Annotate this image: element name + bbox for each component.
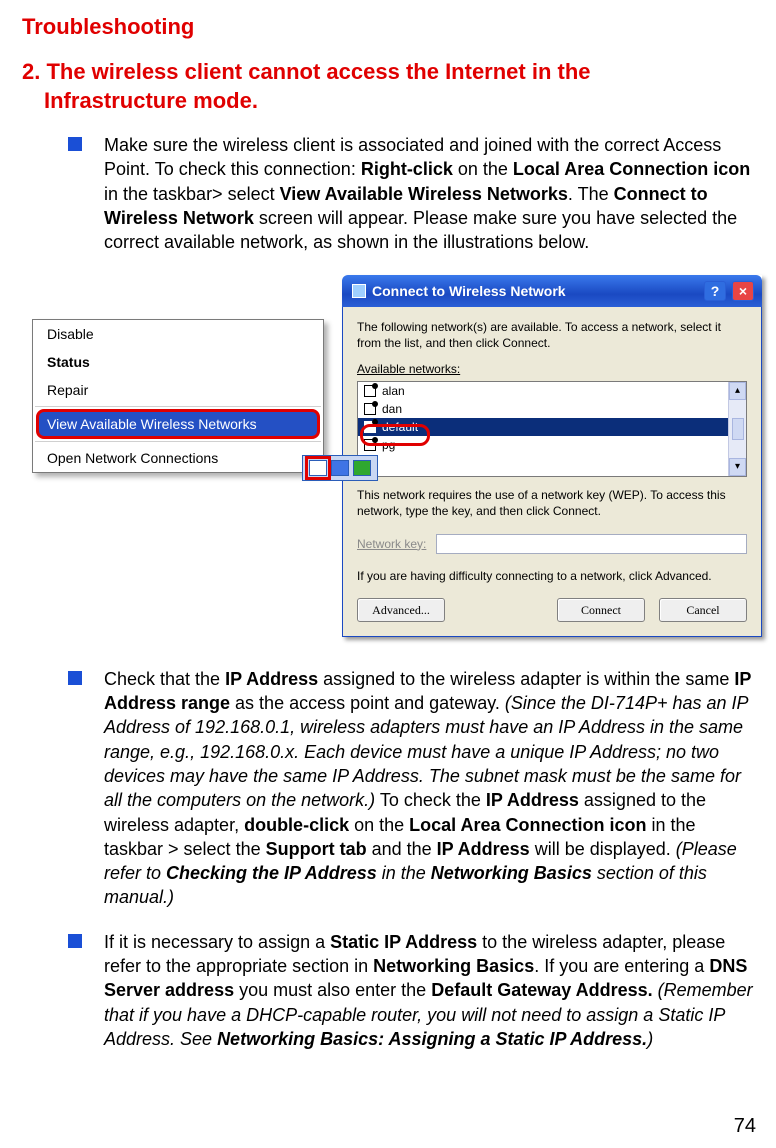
text-bold: IP Address [486, 790, 579, 810]
text-frag: Check that the [104, 669, 225, 689]
text-frag: on the [453, 159, 513, 179]
text-bold: double-click [244, 815, 349, 835]
menu-separator [35, 441, 321, 442]
connect-wireless-dialog: Connect to Wireless Network ? × The foll… [342, 275, 762, 637]
tray-network-icon[interactable] [309, 460, 327, 476]
dialog-button-row: Advanced... Connect Cancel [357, 598, 747, 622]
text-frag: will be displayed. [530, 839, 676, 859]
text-frag: If it is necessary to assign a [104, 932, 330, 952]
text-bold: IP Address [225, 669, 318, 689]
network-item[interactable]: dan [358, 400, 746, 418]
text-ital: in the [377, 863, 431, 883]
tray-icon[interactable] [331, 460, 349, 476]
text-bold: Support tab [266, 839, 367, 859]
bullet3-text: If it is necessary to assign a Static IP… [104, 930, 754, 1051]
cancel-button[interactable]: Cancel [659, 598, 747, 622]
bullet-item-1: Make sure the wireless client is associa… [68, 133, 762, 254]
text-bold: Static IP Address [330, 932, 477, 952]
ctx-item-status[interactable]: Status [33, 348, 323, 376]
square-bullet-icon [68, 137, 82, 151]
network-key-row: Network key: [357, 534, 747, 554]
context-menu-figure: Disable Status Repair View Available Wir… [32, 319, 332, 473]
scroll-up-icon[interactable]: ▴ [729, 382, 746, 400]
network-name: default [382, 420, 418, 434]
text-frag: . The [568, 184, 614, 204]
text-bold: Networking Basics [373, 956, 534, 976]
text-frag: To check the [375, 790, 486, 810]
wifi-icon [364, 439, 376, 451]
text-boldital: Networking Basics [431, 863, 592, 883]
text-frag: in the taskbar> select [104, 184, 280, 204]
ctx-item-view-networks[interactable]: View Available Wireless Networks [36, 409, 320, 439]
text-frag: assigned to the wireless adapter is with… [318, 669, 734, 689]
help-button[interactable]: ? [704, 281, 726, 301]
network-key-label: Network key: [357, 537, 426, 551]
ctx-item-disable[interactable]: Disable [33, 320, 323, 348]
dialog-title-icon [352, 284, 366, 298]
text-frag: as the access point and gateway. [230, 693, 505, 713]
dialog-title-text: Connect to Wireless Network [372, 283, 566, 299]
bullet-item-2: Check that the IP Address assigned to th… [68, 667, 762, 910]
wifi-icon [364, 385, 376, 397]
menu-separator [35, 406, 321, 407]
wifi-icon [364, 421, 376, 433]
advanced-note: If you are having difficulty connecting … [357, 568, 747, 584]
tray-icon[interactable] [353, 460, 371, 476]
text-bold: Local Area Connection icon [409, 815, 646, 835]
bullet-item-3: If it is necessary to assign a Static IP… [68, 930, 762, 1051]
wifi-icon [364, 403, 376, 415]
text-bold: View Available Wireless Networks [280, 184, 568, 204]
network-name: alan [382, 384, 405, 398]
available-networks-label: Available networks: [357, 361, 747, 377]
text-bold: Right-click [361, 159, 453, 179]
network-key-input[interactable] [436, 534, 747, 554]
text-ital: ) [647, 1029, 653, 1049]
text-frag: . If you are entering a [534, 956, 709, 976]
text-frag: you must also enter the [234, 980, 431, 1000]
text-frag: on the [349, 815, 409, 835]
bullet2-text: Check that the IP Address assigned to th… [104, 667, 754, 910]
text-boldital: Checking the IP Address [166, 863, 377, 883]
text-bold: Local Area Connection icon [513, 159, 750, 179]
subhead-line1: 2. The wireless client cannot access the… [22, 59, 591, 84]
screenshots-row: Disable Status Repair View Available Wir… [32, 275, 762, 637]
system-tray [302, 455, 378, 481]
network-item-selected[interactable]: default [358, 418, 746, 436]
square-bullet-icon [68, 934, 82, 948]
context-menu: Disable Status Repair View Available Wir… [32, 319, 324, 473]
dialog-titlebar: Connect to Wireless Network ? × [342, 275, 762, 307]
dialog-intro: The following network(s) are available. … [357, 319, 747, 351]
connect-button[interactable]: Connect [557, 598, 645, 622]
network-name: dan [382, 402, 402, 416]
network-name: pg [382, 438, 395, 452]
square-bullet-icon [68, 671, 82, 685]
close-button[interactable]: × [732, 281, 754, 301]
available-networks-list[interactable]: alan dan default pg ▴ ▾ [357, 381, 747, 477]
text-bold: IP Address [437, 839, 530, 859]
text-frag: and the [367, 839, 437, 859]
section-heading: 2. The wireless client cannot access the… [22, 58, 762, 115]
scroll-down-icon[interactable]: ▾ [729, 458, 746, 476]
ctx-item-repair[interactable]: Repair [33, 376, 323, 404]
page-number: 74 [734, 1115, 756, 1138]
advanced-button[interactable]: Advanced... [357, 598, 445, 622]
ctx-item-open-connections[interactable]: Open Network Connections [33, 444, 323, 472]
network-item[interactable]: alan [358, 382, 746, 400]
text-bold: Default Gateway Address. [431, 980, 652, 1000]
dialog-body: The following network(s) are available. … [342, 307, 762, 637]
wep-note: This network requires the use of a netwo… [357, 487, 747, 519]
page-title: Troubleshooting [22, 14, 762, 40]
bullet1-text: Make sure the wireless client is associa… [104, 133, 754, 254]
scrollbar[interactable]: ▴ ▾ [728, 382, 746, 476]
text-boldital: Networking Basics: Assigning a Static IP… [217, 1029, 647, 1049]
network-item[interactable]: pg [358, 436, 746, 454]
scroll-thumb[interactable] [732, 418, 744, 440]
subhead-line2: Infrastructure mode. [44, 87, 258, 116]
